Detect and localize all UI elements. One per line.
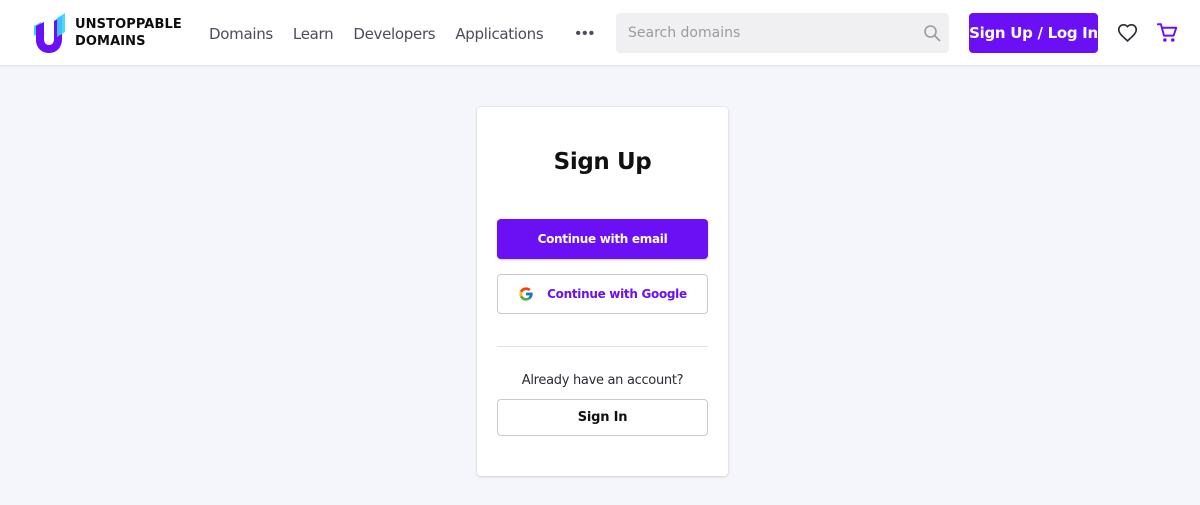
nav-item-learn[interactable]: Learn (293, 25, 334, 43)
search-box (616, 13, 949, 53)
sign-in-button[interactable]: Sign In (497, 399, 708, 436)
nav-item-domains[interactable]: Domains (209, 25, 273, 43)
brand-line-1: UNSTOPPABLE (75, 17, 182, 32)
google-button-label: Continue with Google (547, 287, 687, 301)
signup-card: Sign Up Continue with email Continue wit… (477, 107, 728, 476)
brand-line-2: DOMAINS (75, 34, 146, 49)
unstoppable-domains-logo-icon[interactable] (28, 12, 68, 54)
heart-icon[interactable] (1117, 23, 1138, 43)
search-icon[interactable] (923, 24, 941, 42)
google-icon (519, 287, 533, 301)
page-title: Sign Up (553, 149, 652, 175)
more-menu-icon[interactable]: ••• (575, 25, 595, 43)
continue-with-google-button[interactable]: Continue with Google (497, 274, 708, 314)
cart-icon[interactable] (1157, 22, 1178, 44)
nav-item-applications[interactable]: Applications (455, 25, 543, 43)
nav-item-developers[interactable]: Developers (353, 25, 435, 43)
top-header: UNSTOPPABLE DOMAINS Domains Learn Develo… (0, 0, 1200, 66)
continue-with-email-button[interactable]: Continue with email (497, 219, 708, 259)
account-prompt: Already have an account? (521, 373, 684, 388)
search-input[interactable] (616, 13, 906, 53)
main-nav: Domains Learn Developers Applications ••… (209, 23, 595, 45)
brand-name[interactable]: UNSTOPPABLE DOMAINS (75, 16, 182, 50)
signup-login-button[interactable]: Sign Up / Log In (969, 13, 1098, 53)
divider (497, 346, 708, 347)
